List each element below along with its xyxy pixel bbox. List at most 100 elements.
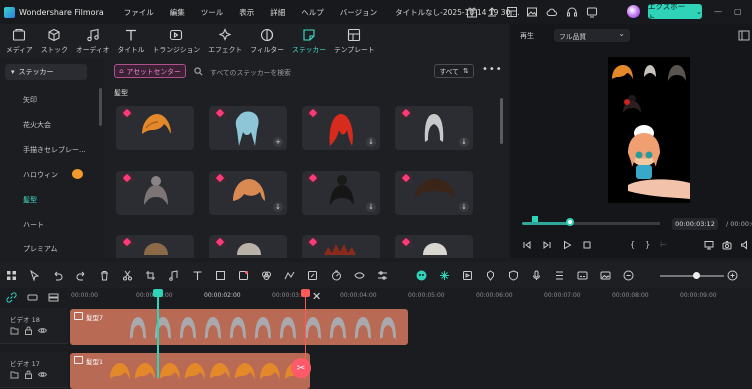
- monitor-icon[interactable]: [704, 240, 714, 250]
- sidebar-item-hairstyle[interactable]: 髪型: [23, 195, 37, 205]
- microphone-icon[interactable]: [531, 270, 542, 281]
- tab-transitions[interactable]: トランジション: [153, 24, 200, 54]
- sticker-card[interactable]: ↓: [302, 171, 380, 215]
- layout-icon[interactable]: [506, 6, 518, 18]
- image-icon[interactable]: [526, 6, 538, 18]
- add-icon[interactable]: +: [273, 137, 283, 147]
- marker-icon[interactable]: [485, 270, 496, 281]
- sticker-card[interactable]: ↓: [302, 106, 380, 150]
- download-icon[interactable]: ↓: [366, 202, 376, 212]
- adjust-icon[interactable]: [377, 270, 388, 281]
- sticker-card[interactable]: ↓: [209, 171, 287, 215]
- sidebar-item-premium[interactable]: プレミアム: [23, 244, 58, 254]
- menu-view[interactable]: 表示: [239, 7, 254, 18]
- play-icon[interactable]: [562, 240, 572, 250]
- search-input[interactable]: すべてのステッカーを検索: [210, 67, 291, 77]
- category-scrollbar[interactable]: [99, 88, 102, 126]
- folder-icon[interactable]: [10, 326, 19, 335]
- delete-icon[interactable]: [99, 270, 110, 281]
- preview-playhead[interactable]: [566, 218, 574, 226]
- snapshot-icon[interactable]: [722, 240, 732, 250]
- shield-icon[interactable]: [508, 270, 519, 281]
- menu-file[interactable]: ファイル: [124, 7, 154, 18]
- sticker-clip[interactable]: 髪型1: [70, 353, 310, 389]
- more-options-icon[interactable]: •••: [482, 64, 503, 75]
- user-avatar[interactable]: [627, 5, 640, 18]
- quality-dropdown[interactable]: フル品質: [554, 29, 630, 42]
- sidebar-item-halloween[interactable]: ハロウィン: [23, 170, 58, 180]
- maximize-icon[interactable]: ▢: [734, 7, 742, 16]
- stop-icon[interactable]: [582, 240, 592, 250]
- split-marker[interactable]: [301, 289, 310, 297]
- effects-sparkle-icon[interactable]: [439, 270, 450, 281]
- grid-select-icon[interactable]: [6, 270, 17, 281]
- sticker-card[interactable]: ↓: [395, 106, 473, 150]
- export-button[interactable]: エクスポート ⌄: [648, 2, 702, 22]
- minimize-icon[interactable]: —: [714, 7, 722, 16]
- download-icon[interactable]: ↓: [459, 137, 469, 147]
- volume-icon[interactable]: [740, 240, 750, 250]
- timeline-playhead[interactable]: [153, 289, 163, 297]
- sticker-card[interactable]: +: [209, 106, 287, 150]
- audio-mix-icon[interactable]: [554, 270, 565, 281]
- color-icon[interactable]: [261, 270, 272, 281]
- zoom-slider-knob[interactable]: [693, 272, 700, 279]
- download-icon[interactable]: ↓: [459, 202, 469, 212]
- link-icon[interactable]: [6, 292, 17, 303]
- menu-edit[interactable]: 編集: [170, 7, 185, 18]
- cut-icon[interactable]: [122, 270, 133, 281]
- headset-icon[interactable]: [566, 6, 578, 18]
- mask-icon[interactable]: [354, 270, 365, 281]
- sidebar-item-fireworks[interactable]: 花火大会: [23, 120, 51, 130]
- gift-icon[interactable]: [466, 6, 478, 18]
- download-icon[interactable]: ↓: [273, 202, 283, 212]
- subtitle-icon[interactable]: [577, 270, 588, 281]
- insert-icon[interactable]: ⊢: [660, 240, 667, 249]
- plus-icon[interactable]: [727, 270, 738, 281]
- tab-stock[interactable]: ストック: [41, 24, 68, 54]
- filter-dropdown[interactable]: すべて ⇅: [434, 64, 474, 78]
- eye-icon[interactable]: [38, 326, 47, 335]
- download-icon[interactable]: ↓: [366, 137, 376, 147]
- category-header[interactable]: ▾ ステッカー: [5, 64, 87, 80]
- ai-face-icon[interactable]: [416, 270, 427, 281]
- sticker-card[interactable]: [116, 171, 194, 215]
- lock-icon[interactable]: [24, 326, 33, 335]
- sticker-card[interactable]: [302, 235, 380, 258]
- tab-filters[interactable]: フィルター: [250, 24, 284, 54]
- menu-advanced[interactable]: 詳細: [270, 7, 285, 18]
- scissors-icon[interactable]: ✂: [291, 358, 311, 378]
- motion-icon[interactable]: [284, 270, 295, 281]
- mark-in-icon[interactable]: {: [630, 240, 635, 249]
- notification-icon[interactable]: [586, 6, 598, 18]
- previous-frame-icon[interactable]: [522, 240, 532, 250]
- magnet-icon[interactable]: [27, 292, 38, 303]
- timeline-ruler[interactable]: 00:00:00 00:00:01:00 00:00:02:00 00:00:0…: [0, 288, 752, 308]
- image-add-icon[interactable]: [600, 270, 611, 281]
- upload-icon[interactable]: [486, 6, 498, 18]
- tab-effects[interactable]: エフェクト: [208, 24, 242, 54]
- undo-icon[interactable]: [52, 270, 63, 281]
- text-icon[interactable]: [192, 270, 203, 281]
- tab-templates[interactable]: テンプレート: [334, 24, 375, 54]
- library-scrollbar[interactable]: [500, 98, 503, 144]
- speed-icon[interactable]: [331, 270, 342, 281]
- crop-icon[interactable]: [145, 270, 156, 281]
- sticker-card[interactable]: ↓: [395, 171, 473, 215]
- track-header[interactable]: ビデオ 17: [0, 352, 68, 388]
- transform-icon[interactable]: [307, 270, 318, 281]
- menu-tools[interactable]: ツール: [201, 7, 224, 18]
- redo-icon[interactable]: [76, 270, 87, 281]
- ai-sticker-icon[interactable]: [238, 270, 249, 281]
- minus-icon[interactable]: [623, 270, 634, 281]
- current-timecode[interactable]: 00:00:03:12: [672, 218, 718, 230]
- asset-center-button[interactable]: ⌂ アセットセンター: [114, 64, 186, 78]
- select-pointer-icon[interactable]: [29, 270, 40, 281]
- sticker-card[interactable]: [116, 106, 194, 150]
- sidebar-item-arrows[interactable]: 矢印: [23, 95, 37, 105]
- next-frame-icon[interactable]: [542, 240, 552, 250]
- menu-help[interactable]: ヘルプ: [301, 7, 324, 18]
- sticker-card[interactable]: [209, 235, 287, 258]
- sticker-card[interactable]: [116, 235, 194, 258]
- sidebar-item-handdrawn[interactable]: 手描きセレブレー...: [23, 145, 86, 155]
